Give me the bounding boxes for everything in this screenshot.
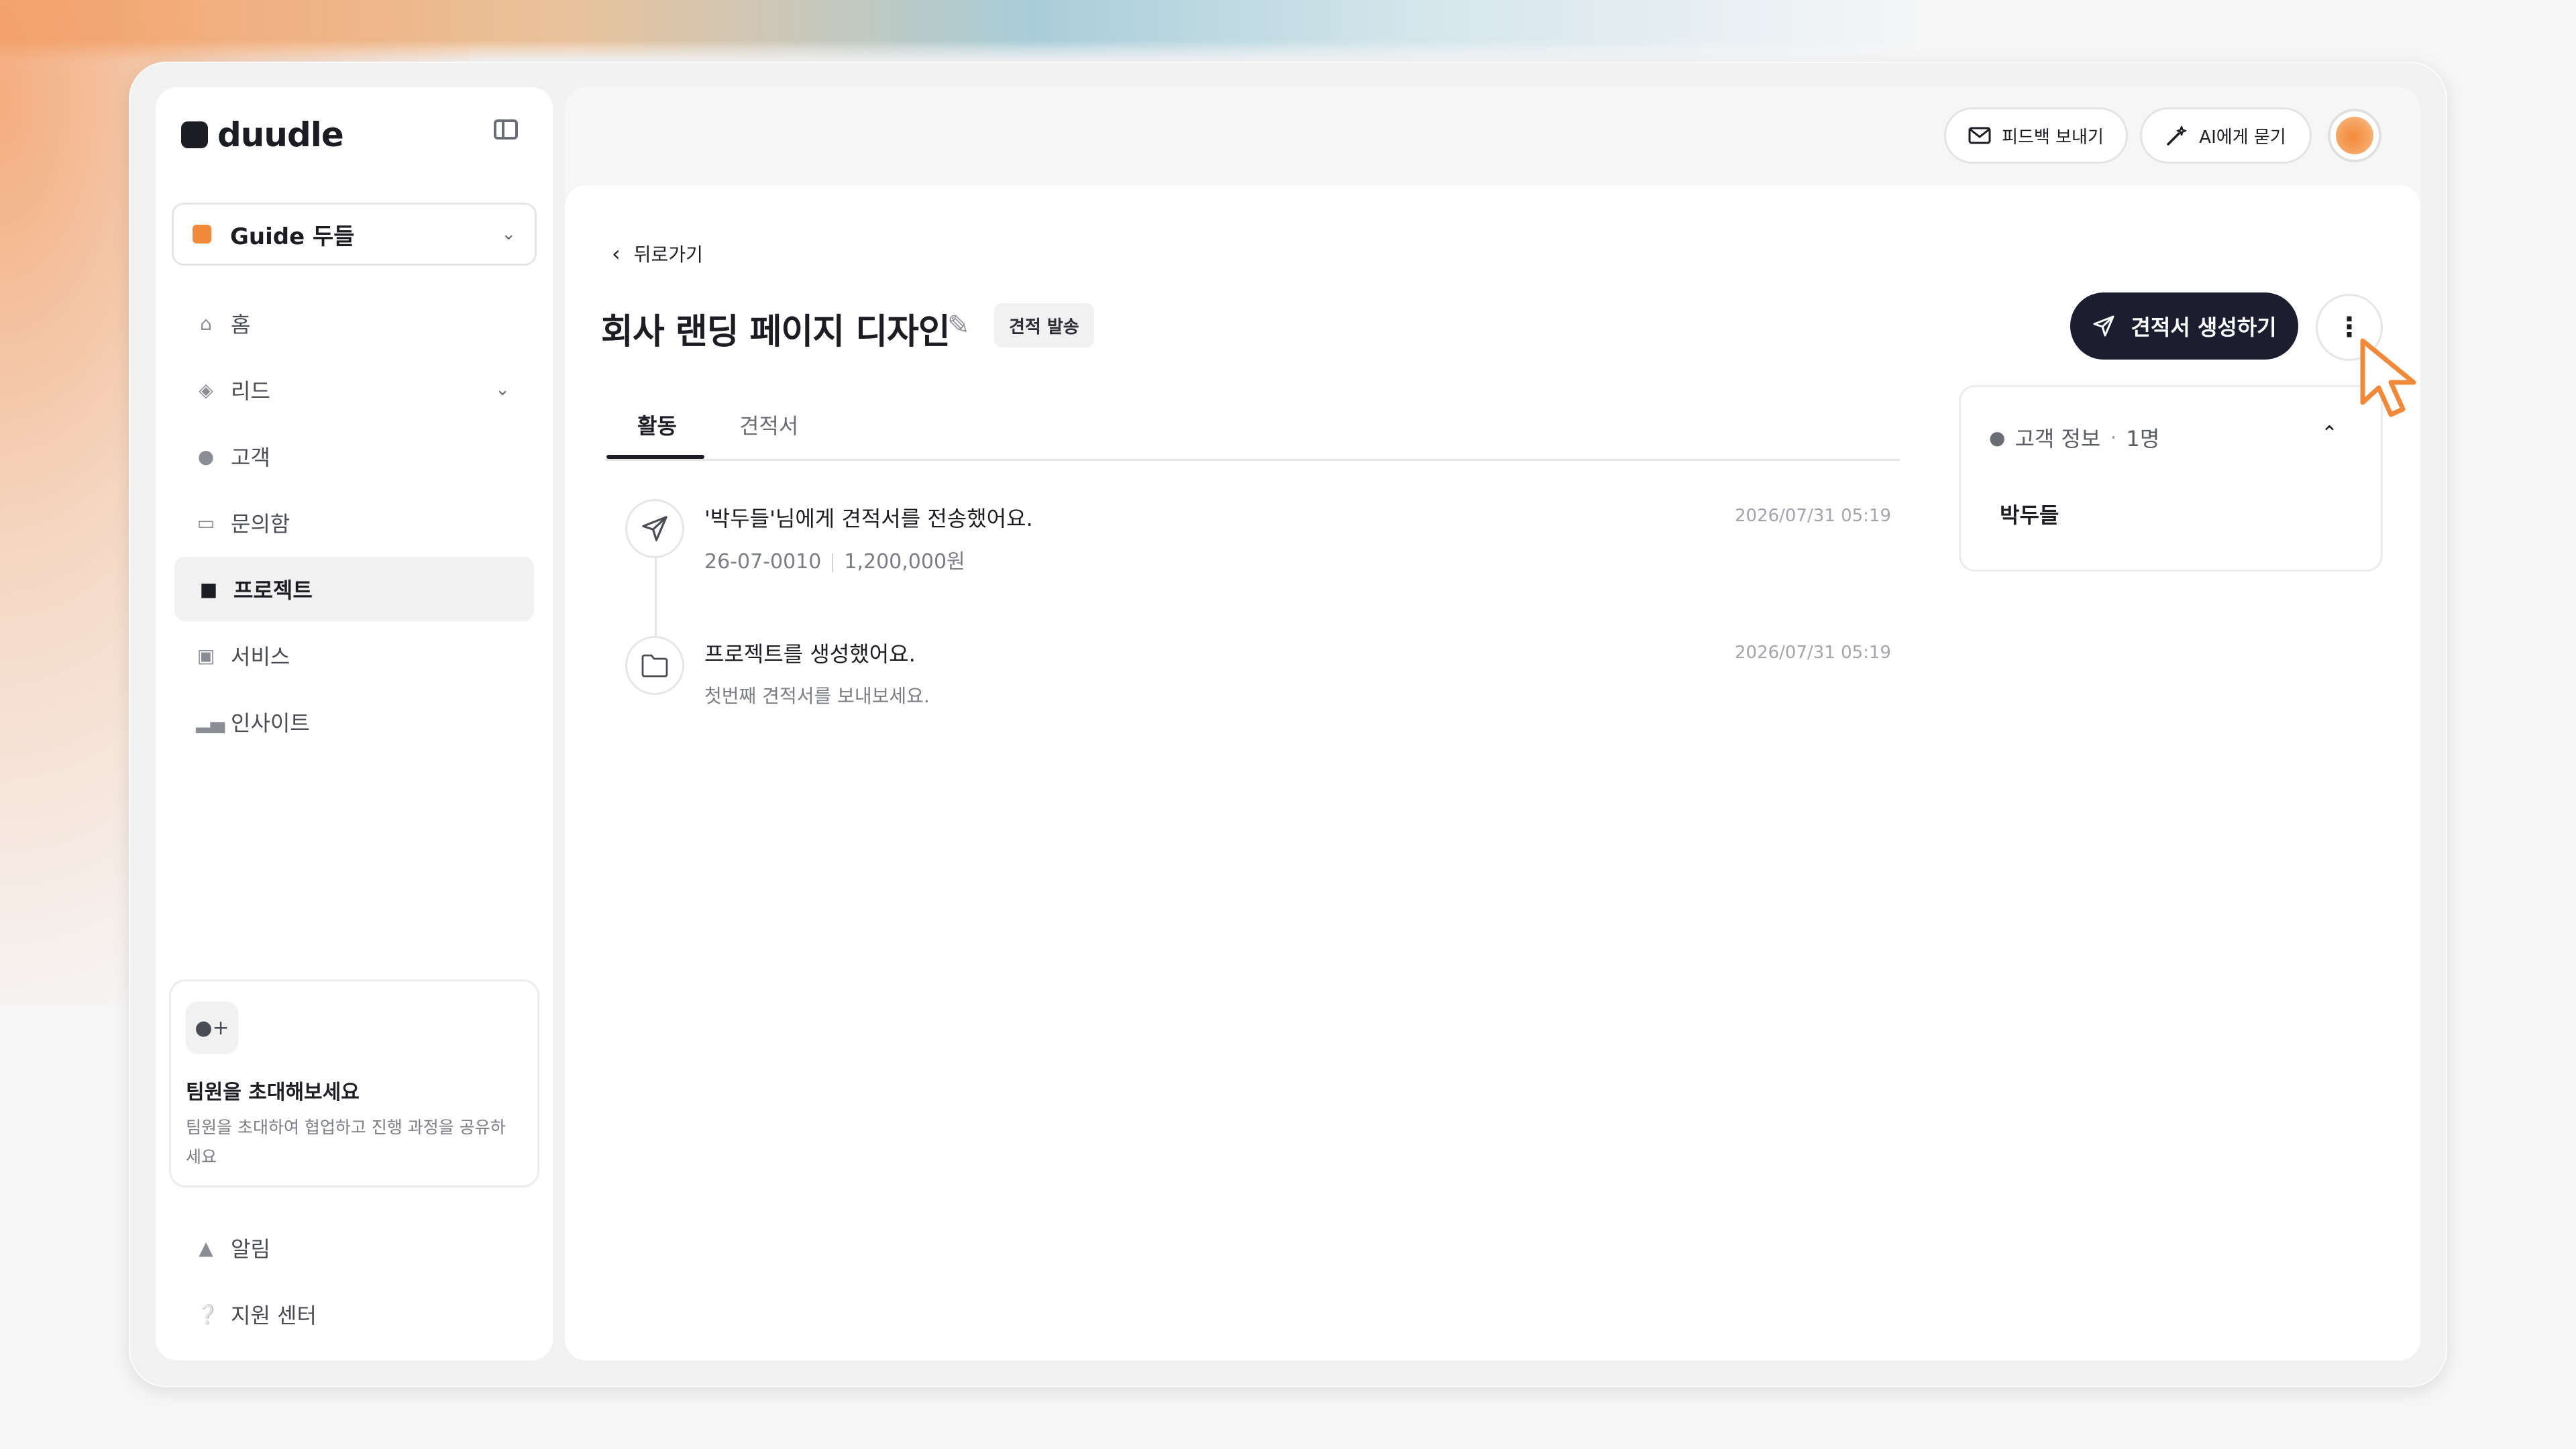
chevron-down-icon: ⌄	[501, 224, 516, 244]
add-user-icon[interactable]: ●+	[186, 1002, 238, 1054]
logo-text: duudle	[217, 115, 344, 154]
active-tab-indicator	[606, 455, 704, 459]
tab-quotes[interactable]: 견적서	[739, 409, 798, 440]
folder-icon: ■	[199, 578, 218, 600]
sidebar-item-label: 홈	[231, 312, 251, 337]
sidebar-item-insights[interactable]: ▂▄ 인사이트	[172, 690, 534, 754]
back-link[interactable]: ‹ 뒤로가기	[612, 240, 703, 267]
invite-description: 팀원을 초대하여 협업하고 진행 과정을 공유하세요	[186, 1118, 506, 1167]
edit-title-icon[interactable]: ✎	[947, 310, 970, 341]
sidebar-item-notifications[interactable]: ▲ 알림	[172, 1216, 534, 1280]
sidebar-item-label: 서비스	[231, 644, 290, 669]
folder-icon	[625, 636, 684, 695]
meta-separator	[832, 553, 834, 572]
quote-number: 26-07-0010	[704, 550, 822, 574]
mail-icon	[1968, 127, 1991, 144]
person-icon: ●	[1989, 426, 2006, 449]
sidebar-item-label: 리드	[231, 378, 270, 404]
ask-ai-label: AI에게 묻기	[2199, 127, 2286, 148]
sidebar-item-home[interactable]: ⌂ 홈	[172, 291, 534, 356]
activity-title: 프로젝트를 생성했어요.	[704, 641, 916, 667]
invite-title: 팀원을 초대해보세요	[186, 1081, 360, 1104]
activity-meta: 26-07-0010 1,200,000원	[704, 545, 965, 574]
app-logo[interactable]: duudle	[181, 115, 344, 154]
sidebar-item-label: 프로젝트	[233, 578, 313, 603]
send-icon	[625, 499, 684, 558]
create-quote-label: 견적서 생성하기	[2131, 315, 2277, 340]
sidebar-item-support[interactable]: ❔ 지원 센터	[172, 1282, 534, 1346]
logo-mark-icon	[181, 121, 208, 148]
feedback-label: 피드백 보내기	[2002, 127, 2104, 148]
invite-card[interactable]: ●+ 팀원을 초대해보세요 팀원을 초대하여 협업하고 진행 과정을 공유하세요	[169, 979, 539, 1187]
sidebar-collapse-icon[interactable]	[494, 119, 518, 140]
back-label: 뒤로가기	[633, 244, 703, 266]
activity-subtitle: 첫번째 견적서를 보내보세요.	[704, 685, 930, 707]
briefcase-icon: ▣	[197, 644, 215, 667]
sidebar-item-leads[interactable]: ◈ 리드 ⌄	[172, 358, 534, 422]
activity-timestamp: 2026/07/31 05:19	[1735, 506, 1892, 526]
customer-info-card: ● 고객 정보 · 1명 ⌃ 박두들	[1959, 385, 2383, 572]
sidebar-item-customers[interactable]: ● 고객	[172, 424, 534, 488]
send-icon	[2093, 315, 2114, 337]
ask-ai-button[interactable]: AI에게 묻기	[2140, 107, 2312, 164]
chevron-up-icon[interactable]: ⌃	[2321, 422, 2338, 445]
bell-icon: ▲	[199, 1236, 213, 1259]
header-separator: ·	[2110, 425, 2117, 450]
home-icon: ⌂	[200, 312, 212, 335]
tab-activity[interactable]: 활동	[637, 409, 677, 440]
sidebar-item-label: 고객	[231, 445, 270, 470]
sidebar-item-label: 지원 센터	[231, 1303, 317, 1328]
create-quote-button[interactable]: 견적서 생성하기	[2070, 292, 2298, 360]
avatar[interactable]	[2328, 109, 2381, 162]
sidebar-item-label: 알림	[231, 1236, 270, 1262]
sidebar-item-label: 문의함	[231, 511, 290, 537]
sidebar-item-inbox[interactable]: ▭ 문의함	[172, 490, 534, 555]
sidebar-item-label: 인사이트	[231, 710, 310, 736]
timeline-connector	[655, 557, 657, 644]
customer-info-label: 고객 정보	[2015, 426, 2101, 451]
avatar-image	[2336, 117, 2373, 154]
inbox-icon: ▭	[197, 511, 215, 534]
mouse-cursor-icon	[2360, 338, 2416, 417]
target-icon: ◈	[199, 378, 213, 401]
sidebar-item-projects[interactable]: ■ 프로젝트	[174, 557, 534, 621]
customer-info-header[interactable]: ● 고객 정보 · 1명	[1989, 422, 2159, 453]
bar-chart-icon: ▂▄	[196, 710, 225, 733]
tabs-divider	[605, 459, 1900, 461]
page-title: 회사 랜딩 페이지 디자인	[601, 312, 951, 352]
chevron-left-icon: ‹	[612, 241, 621, 266]
activity-title: '박두들'님에게 견적서를 전송했어요.	[704, 506, 1033, 531]
quote-amount: 1,200,000원	[844, 550, 965, 574]
chevron-down-icon: ⌄	[495, 380, 510, 400]
activity-timestamp: 2026/07/31 05:19	[1735, 643, 1892, 663]
workspace-color-icon	[193, 225, 211, 244]
magic-wand-icon	[2167, 125, 2187, 146]
workspace-name: Guide 두들	[230, 223, 355, 250]
person-icon: ●	[197, 445, 215, 468]
workspace-selector[interactable]: Guide 두들 ⌄	[172, 203, 537, 266]
sidebar-item-services[interactable]: ▣ 서비스	[172, 623, 534, 688]
help-icon: ❔	[196, 1303, 219, 1326]
customer-count: 1명	[2126, 426, 2160, 451]
feedback-button[interactable]: 피드백 보내기	[1944, 107, 2128, 164]
customer-name[interactable]: 박두들	[2000, 498, 2059, 529]
project-content-card	[565, 185, 2420, 1360]
status-badge: 견적 발송	[994, 303, 1094, 347]
